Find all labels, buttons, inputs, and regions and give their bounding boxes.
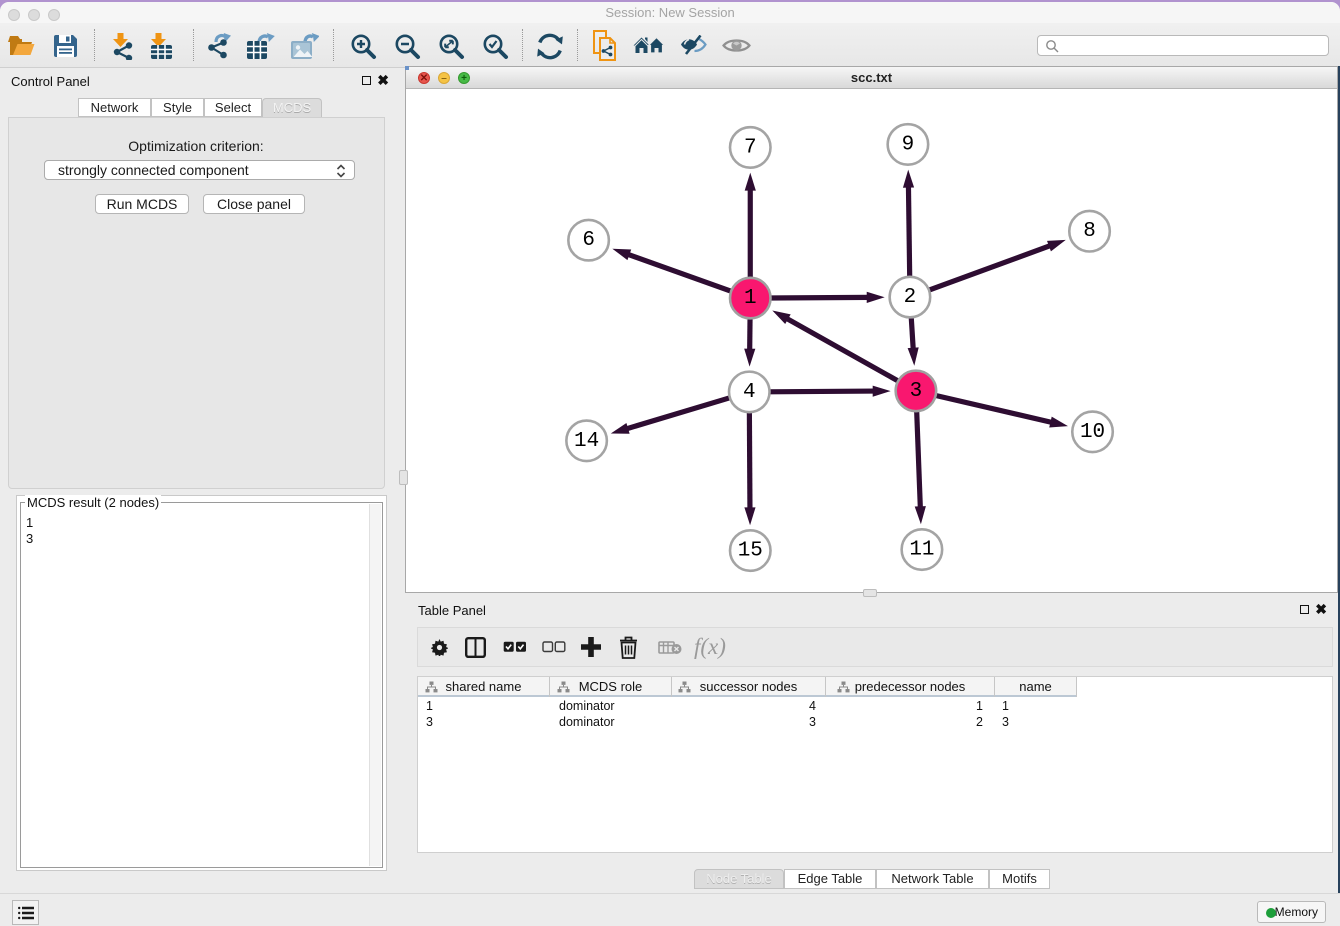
- svg-text:7: 7: [744, 136, 757, 159]
- svg-text:9: 9: [902, 133, 915, 156]
- svg-text:15: 15: [738, 540, 763, 563]
- svg-text:2: 2: [904, 286, 917, 309]
- svg-text:1: 1: [744, 287, 757, 310]
- svg-text:6: 6: [582, 229, 595, 252]
- svg-text:14: 14: [574, 430, 599, 453]
- svg-text:4: 4: [743, 381, 756, 404]
- svg-text:8: 8: [1083, 220, 1096, 243]
- svg-text:10: 10: [1080, 421, 1105, 444]
- svg-text:3: 3: [910, 380, 923, 403]
- svg-text:11: 11: [909, 539, 934, 562]
